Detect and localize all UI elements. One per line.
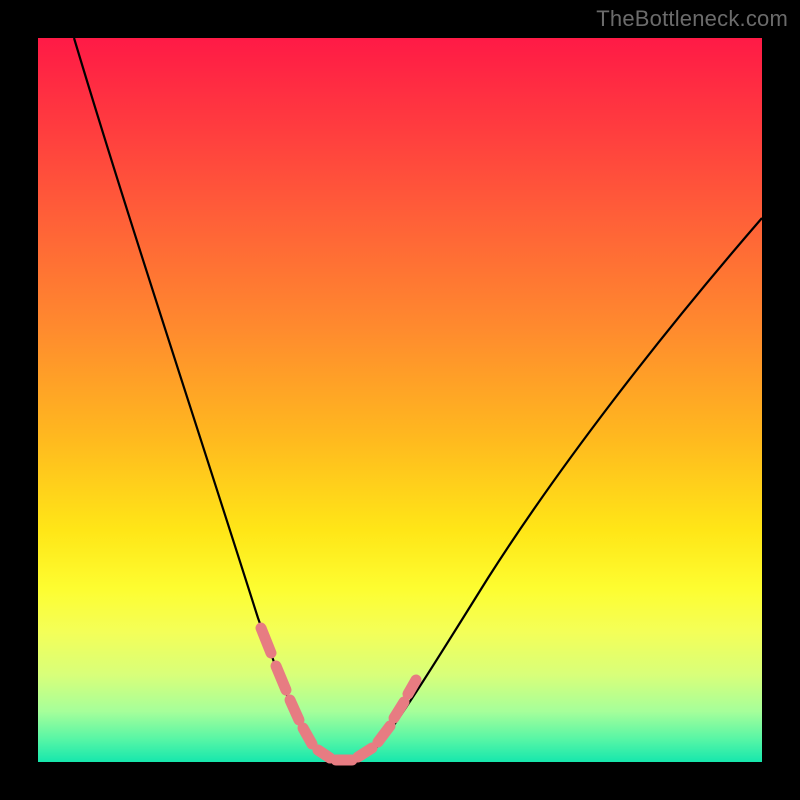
highlight-region — [261, 628, 416, 760]
plot-area — [38, 38, 762, 762]
curve-svg — [38, 38, 762, 762]
watermark-text: TheBottleneck.com — [596, 6, 788, 32]
bottleneck-curve — [74, 38, 762, 762]
chart-frame: TheBottleneck.com — [0, 0, 800, 800]
